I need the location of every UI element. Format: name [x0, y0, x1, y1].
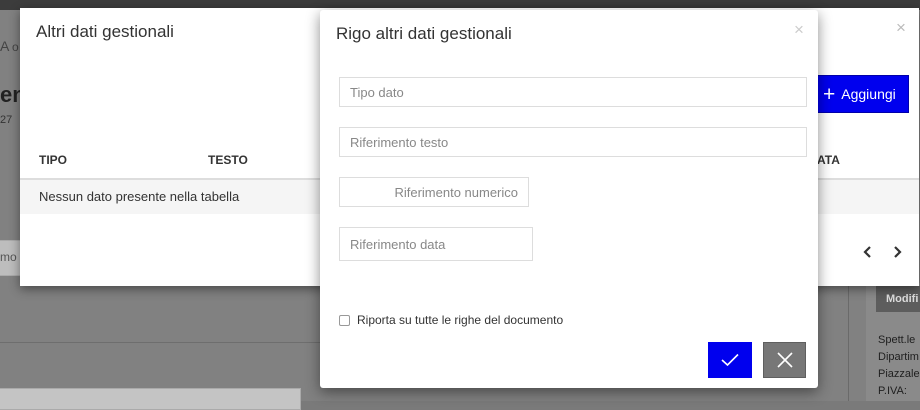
confirm-button[interactable] — [708, 342, 752, 378]
column-header-tipo[interactable]: TIPO — [39, 153, 67, 167]
check-icon — [721, 353, 739, 367]
riporta-checkbox-label: Riporta su tutte le righe del documento — [357, 313, 564, 327]
empty-table-message: Nessun dato presente nella tabella — [39, 189, 240, 204]
background-text-fragment: mo — [0, 250, 17, 264]
background-recipient-line: Piazzale — [878, 368, 920, 380]
modal-title: Altri dati gestionali — [36, 22, 174, 41]
background-divider — [0, 342, 320, 343]
close-icon[interactable]: × — [794, 20, 804, 40]
background-text-fragment: A — [0, 38, 10, 54]
column-header-data[interactable]: ATA — [817, 153, 840, 167]
riferimento-testo-input[interactable] — [339, 127, 807, 157]
background-recipient-line: Spett.le — [878, 334, 916, 346]
background-text-fragment: 27 — [0, 114, 13, 126]
tipo-dato-input[interactable] — [339, 77, 807, 107]
background-recipient-line: Dipartim — [878, 351, 919, 363]
background-input — [0, 388, 301, 410]
add-button[interactable]: + Aggiungi — [816, 75, 909, 113]
chevron-left-icon[interactable] — [861, 244, 873, 264]
column-header-testo[interactable]: TESTO — [208, 153, 248, 167]
plus-icon: + — [823, 82, 836, 106]
background-recipient-line: P.IVA: — [878, 385, 907, 397]
background-modify-button: Modifi — [876, 286, 920, 312]
background-divider — [848, 283, 849, 401]
modal-title: Rigo altri dati gestionali — [336, 24, 512, 43]
add-button-label: Aggiungi — [841, 86, 896, 102]
riporta-checkbox-row[interactable]: Riporta su tutte le righe del documento — [339, 313, 563, 327]
riferimento-numerico-input[interactable] — [339, 177, 529, 207]
rigo-altri-dati-modal: Rigo altri dati gestionali × Riporta su … — [320, 10, 818, 388]
riporta-checkbox[interactable] — [339, 314, 350, 326]
close-icon[interactable]: × — [896, 18, 906, 38]
close-icon — [776, 352, 793, 368]
cancel-button[interactable] — [763, 342, 806, 378]
chevron-right-icon[interactable] — [892, 244, 904, 264]
riferimento-data-input[interactable] — [339, 227, 533, 261]
background-text-fragment: o — [12, 40, 19, 54]
